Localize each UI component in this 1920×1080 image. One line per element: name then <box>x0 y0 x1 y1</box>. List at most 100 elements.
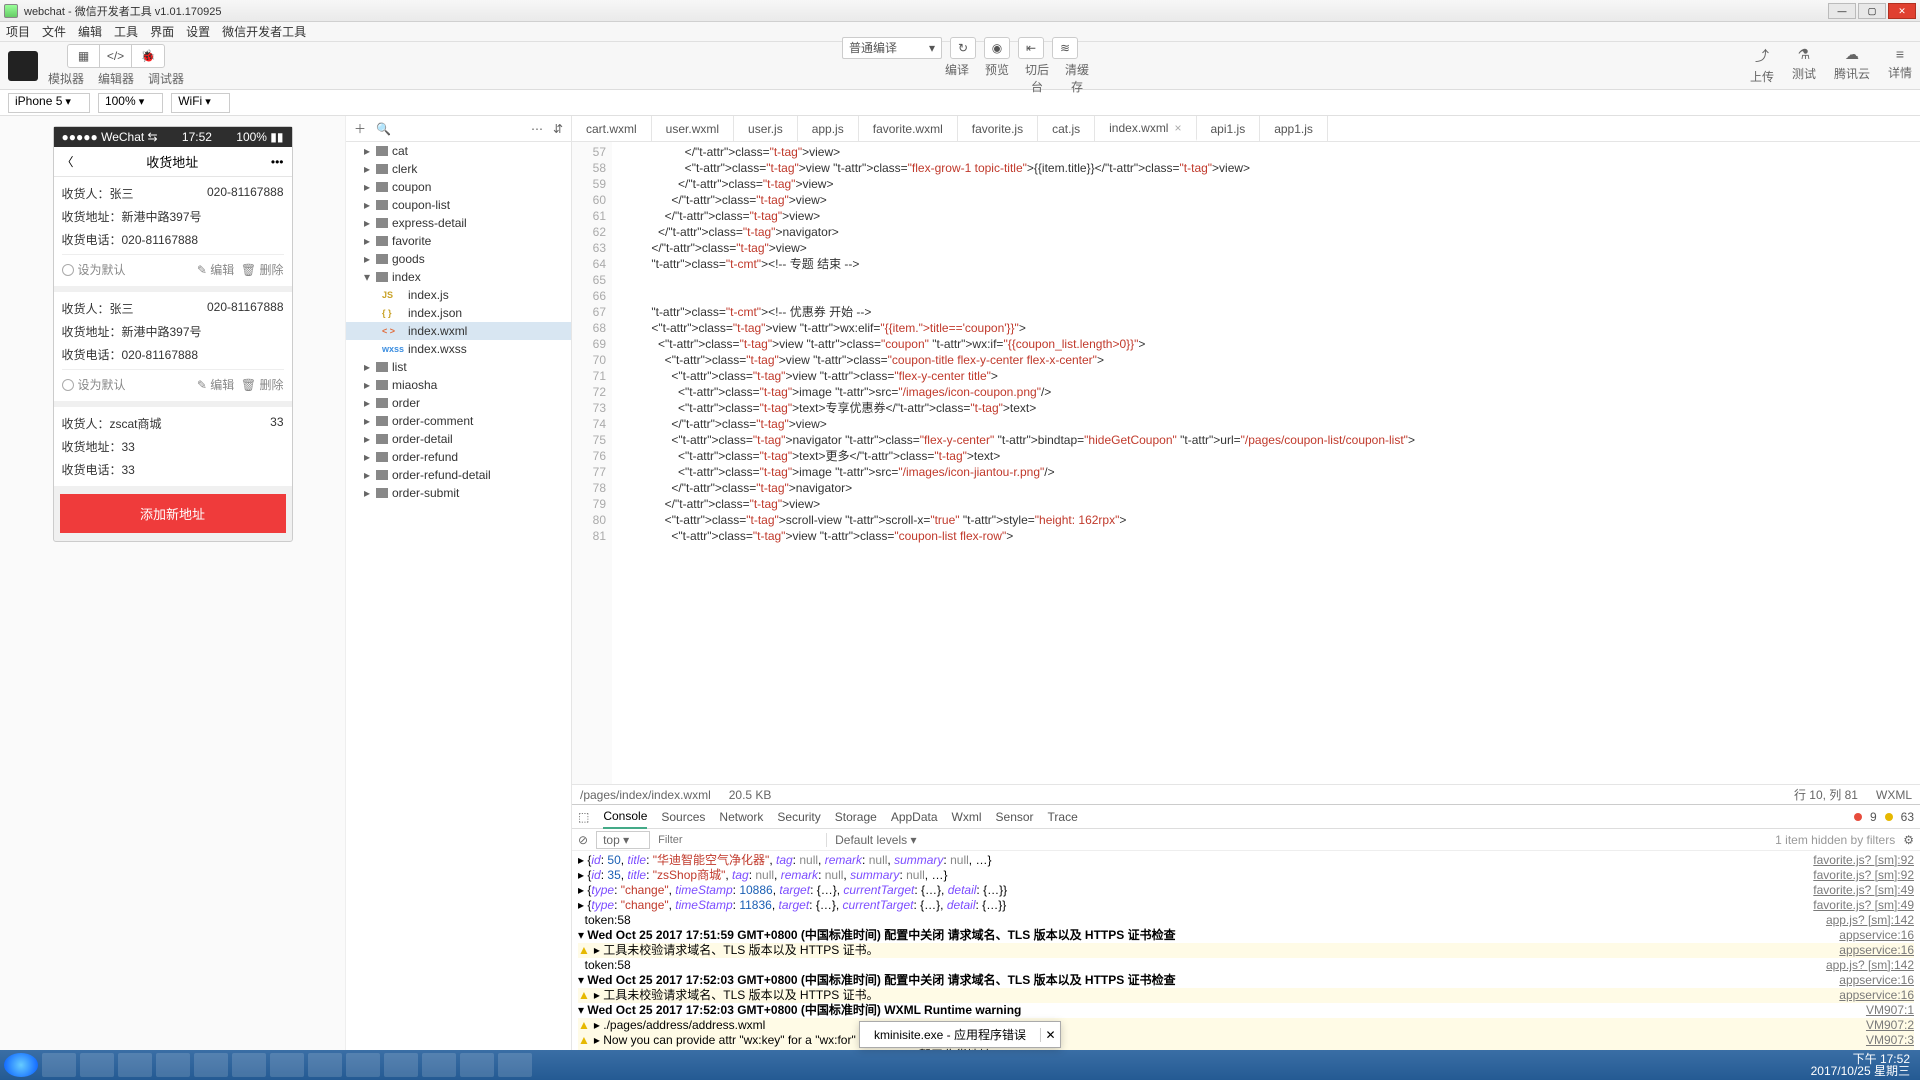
devtools-tab[interactable]: AppData <box>891 806 938 828</box>
window-close-button[interactable]: ✕ <box>1888 3 1916 19</box>
devtools-tab[interactable]: Sources <box>661 806 705 828</box>
taskbar-item[interactable] <box>232 1053 266 1077</box>
devtools-tab[interactable]: Sensor <box>996 806 1034 828</box>
folder-item[interactable]: ▸order-refund-detail <box>346 466 571 484</box>
delete-link[interactable]: 🗑 删除 <box>241 263 284 277</box>
source-link[interactable]: favorite.js? [sm]:92 <box>1803 868 1914 883</box>
folder-item[interactable]: ▾index <box>346 268 571 286</box>
menu-item[interactable]: 设置 <box>186 23 210 40</box>
source-link[interactable]: favorite.js? [sm]:49 <box>1803 898 1914 913</box>
mode-editor-button[interactable]: </> <box>100 45 132 67</box>
devtools-tab[interactable]: Trace <box>1048 806 1078 828</box>
cloud-button[interactable]: ☁腾讯云 <box>1834 46 1870 85</box>
toast-close-button[interactable]: ✕ <box>1040 1028 1060 1042</box>
set-default-radio[interactable]: 设为默认 <box>62 261 126 278</box>
file-item[interactable]: < >index.wxml <box>346 322 571 340</box>
editor-tab[interactable]: favorite.js <box>958 116 1038 141</box>
window-min-button[interactable]: — <box>1828 3 1856 19</box>
folder-item[interactable]: ▸order <box>346 394 571 412</box>
source-link[interactable]: appservice:16 <box>1829 943 1914 958</box>
menu-item[interactable]: 项目 <box>6 23 30 40</box>
source-link[interactable]: appservice:16 <box>1829 928 1914 943</box>
source-link[interactable]: VM907:2 <box>1856 1018 1914 1033</box>
folder-item[interactable]: ▸order-comment <box>346 412 571 430</box>
edit-link[interactable]: ✎ 编辑 <box>197 263 234 277</box>
code-area[interactable]: </"t-attr">class="t-tag">view> <"t-attr"… <box>612 142 1920 784</box>
zoom-select[interactable]: 100% ▾ <box>98 93 163 113</box>
taskbar-item[interactable] <box>118 1053 152 1077</box>
more-icon[interactable]: ⋯ <box>531 122 543 136</box>
source-link[interactable]: app.js? [sm]:142 <box>1816 958 1914 973</box>
device-select[interactable]: iPhone 5 ▾ <box>8 93 90 113</box>
clear-console-icon[interactable]: ⊘ <box>578 833 588 847</box>
menu-item[interactable]: 编辑 <box>78 23 102 40</box>
delete-link[interactable]: 🗑 删除 <box>241 378 284 392</box>
taskbar-item[interactable] <box>498 1053 532 1077</box>
devtools-tab[interactable]: Wxml <box>952 806 982 828</box>
taskbar-item[interactable] <box>156 1053 190 1077</box>
editor-tab[interactable]: api1.js <box>1197 116 1261 141</box>
source-link[interactable]: favorite.js? [sm]:92 <box>1803 853 1914 868</box>
more-icon[interactable]: ••• <box>271 155 284 169</box>
source-link[interactable]: app.js? [sm]:142 <box>1816 913 1914 928</box>
edit-link[interactable]: ✎ 编辑 <box>197 378 234 392</box>
start-button[interactable] <box>4 1053 38 1077</box>
preview-button[interactable]: ◉ <box>984 37 1010 59</box>
menu-item[interactable]: 界面 <box>150 23 174 40</box>
editor-tab[interactable]: user.js <box>734 116 798 141</box>
menu-item[interactable]: 微信开发者工具 <box>222 23 306 40</box>
source-link[interactable]: VM907:1 <box>1856 1003 1914 1018</box>
editor-tab[interactable]: app1.js <box>1260 116 1328 141</box>
window-max-button[interactable]: ▢ <box>1858 3 1886 19</box>
folder-item[interactable]: ▸order-submit <box>346 484 571 502</box>
mode-sim-button[interactable]: ▦ <box>68 45 100 67</box>
devtools-tab[interactable]: Console <box>603 805 647 829</box>
search-icon[interactable]: 🔍 <box>376 122 391 136</box>
new-file-icon[interactable]: ＋ <box>354 120 366 137</box>
mode-debug-button[interactable]: 🐞 <box>132 45 164 67</box>
background-button[interactable]: ⇤ <box>1018 37 1044 59</box>
add-address-button[interactable]: 添加新地址 <box>60 494 286 533</box>
clear-cache-button[interactable]: ≋ <box>1052 37 1078 59</box>
editor-tab[interactable]: app.js <box>798 116 859 141</box>
folder-item[interactable]: ▸favorite <box>346 232 571 250</box>
devtools-tab[interactable]: Storage <box>835 806 877 828</box>
context-select[interactable]: top ▾ <box>596 831 650 849</box>
set-default-radio[interactable]: 设为默认 <box>62 376 126 393</box>
taskbar-item[interactable] <box>194 1053 228 1077</box>
editor-tab[interactable]: user.wxml <box>652 116 734 141</box>
detail-button[interactable]: ≡详情 <box>1888 46 1912 85</box>
folder-item[interactable]: ▸coupon-list <box>346 196 571 214</box>
collapse-icon[interactable]: ⇵ <box>553 122 563 136</box>
test-button[interactable]: ⚗测试 <box>1792 46 1816 85</box>
taskbar-item[interactable] <box>422 1053 456 1077</box>
source-link[interactable]: appservice:16 <box>1829 973 1914 988</box>
folder-item[interactable]: ▸cat <box>346 142 571 160</box>
file-item[interactable]: { }index.json <box>346 304 571 322</box>
source-link[interactable]: VM907:3 <box>1856 1033 1914 1048</box>
log-level-select[interactable]: Default levels ▾ <box>826 833 916 847</box>
devtools-tab[interactable]: Security <box>777 806 820 828</box>
folder-item[interactable]: ▸miaosha <box>346 376 571 394</box>
compile-mode-select[interactable]: 普通编译▾ <box>842 37 942 59</box>
taskbar-item[interactable] <box>460 1053 494 1077</box>
folder-item[interactable]: ▸order-detail <box>346 430 571 448</box>
network-select[interactable]: WiFi ▾ <box>171 93 230 113</box>
file-item[interactable]: wxssindex.wxss <box>346 340 571 358</box>
editor-tab[interactable]: cat.js <box>1038 116 1095 141</box>
editor-tab[interactable]: cart.wxml <box>572 116 652 141</box>
source-link[interactable]: appservice:16 <box>1829 988 1914 1003</box>
devtools-tab[interactable]: Network <box>719 806 763 828</box>
folder-item[interactable]: ▸coupon <box>346 178 571 196</box>
console-filter-input[interactable] <box>658 834 818 846</box>
close-tab-icon[interactable]: × <box>1174 121 1181 135</box>
folder-item[interactable]: ▸express-detail <box>346 214 571 232</box>
menu-item[interactable]: 工具 <box>114 23 138 40</box>
taskbar-item[interactable] <box>270 1053 304 1077</box>
folder-item[interactable]: ▸goods <box>346 250 571 268</box>
menu-item[interactable]: 文件 <box>42 23 66 40</box>
taskbar-item[interactable] <box>80 1053 114 1077</box>
back-icon[interactable]: 〈 <box>62 153 74 170</box>
taskbar-item[interactable] <box>384 1053 418 1077</box>
folder-item[interactable]: ▸order-refund <box>346 448 571 466</box>
